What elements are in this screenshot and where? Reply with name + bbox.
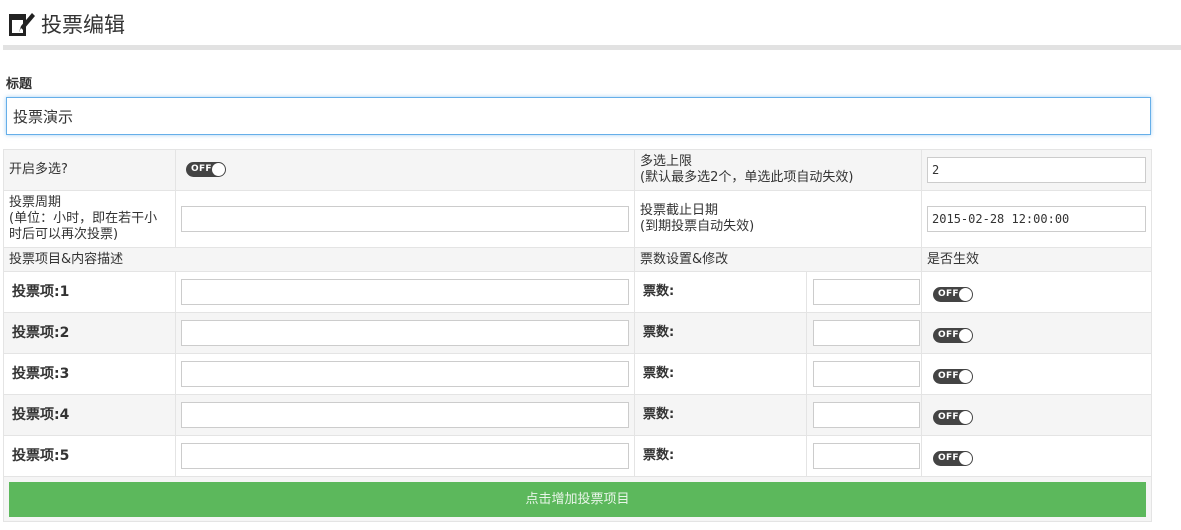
items-header-row: 投票项目&内容描述 票数设置&修改 是否生效 (3, 247, 1153, 272)
vote-item-toggle[interactable]: OFF (933, 450, 974, 466)
vote-item-input[interactable] (181, 443, 629, 469)
vote-item-desc-cell (175, 353, 635, 395)
max-select-cell (921, 149, 1153, 191)
max-select-label-cell: 多选上限 (默认最多选2个，单选此项自动失效) (633, 149, 923, 191)
vote-item-row: 投票项:1 票数: OFF (3, 271, 1153, 313)
vote-count-cell (805, 435, 923, 477)
vote-item-label: 投票项:4 (3, 394, 176, 436)
page-header: 投票编辑 (0, 0, 1181, 52)
deadline-label-cell: 投票截止日期 (到期投票自动失效) (633, 190, 923, 248)
multi-select-cell: OFF (175, 149, 635, 191)
items-header-desc: 投票项目&内容描述 (3, 247, 635, 272)
add-vote-item-button[interactable]: 点击增加投票项目 (9, 481, 1147, 517)
multi-select-row: 开启多选? OFF 多选上限 (默认最多选2个，单选此项自动失效) (3, 149, 1153, 191)
deadline-label: 投票截止日期 (640, 203, 719, 218)
add-item-cell: 点击增加投票项目 (2, 476, 1153, 522)
vote-item-input[interactable] (181, 402, 629, 428)
vote-settings-table: 开启多选? OFF 多选上限 (默认最多选2个，单选此项自动失效) 投票周期 (… (2, 149, 1153, 522)
toggle-knob (212, 163, 225, 176)
vote-item-desc-cell (175, 271, 635, 313)
vote-count-label: 票数: (634, 435, 807, 477)
toggle-knob (959, 451, 973, 465)
vote-item-active-cell: OFF (921, 435, 1153, 477)
vote-item-toggle[interactable]: OFF (933, 286, 974, 302)
vote-item-active-cell: OFF (921, 312, 1153, 354)
vote-count-input[interactable] (813, 279, 920, 305)
max-select-hint: (默认最多选2个，单选此项自动失效) (640, 170, 854, 185)
multi-select-toggle[interactable]: OFF (186, 162, 226, 177)
vote-item-label: 投票项:2 (3, 312, 176, 354)
deadline-hint: (到期投票自动失效) (640, 219, 755, 234)
toggle-knob (959, 287, 973, 301)
vote-count-input[interactable] (813, 443, 920, 469)
multi-select-label: 开启多选? (3, 149, 176, 191)
cycle-hint: (单位：小时，即在若干小时后可以再次投票) (9, 211, 158, 242)
cycle-row: 投票周期 (单位：小时，即在若干小时后可以再次投票) 投票截止日期 (到期投票自… (3, 190, 1153, 248)
vote-item-row: 投票项:4 票数: OFF (3, 394, 1153, 436)
deadline-input[interactable] (927, 206, 1147, 232)
vote-count-input[interactable] (813, 361, 920, 387)
vote-count-cell (805, 394, 923, 436)
add-item-row: 点击增加投票项目 (2, 476, 1153, 522)
vote-count-label: 票数: (634, 312, 807, 354)
vote-item-row: 投票项:5 票数: OFF (3, 435, 1153, 477)
vote-item-label: 投票项:1 (3, 271, 176, 313)
vote-item-active-cell: OFF (921, 353, 1153, 395)
vote-item-desc-cell (175, 394, 635, 436)
max-select-input[interactable] (927, 157, 1147, 183)
vote-count-input[interactable] (813, 402, 920, 428)
vote-item-active-cell: OFF (921, 394, 1153, 436)
vote-count-cell (805, 271, 923, 313)
vote-count-cell (805, 312, 923, 354)
page-title: 投票编辑 (41, 13, 125, 37)
cycle-label: 投票周期 (9, 195, 62, 210)
deadline-cell (921, 190, 1153, 248)
vote-item-input[interactable] (181, 279, 629, 305)
cycle-input[interactable] (181, 206, 629, 232)
vote-count-label: 票数: (634, 271, 807, 313)
vote-count-input[interactable] (813, 320, 920, 346)
header-divider (3, 45, 1181, 50)
vote-item-row: 投票项:2 票数: OFF (3, 312, 1153, 354)
edit-icon (9, 13, 35, 36)
toggle-knob (959, 369, 973, 383)
vote-item-toggle[interactable]: OFF (933, 368, 974, 384)
vote-item-row: 投票项:3 票数: OFF (3, 353, 1153, 395)
vote-item-toggle[interactable]: OFF (933, 409, 974, 425)
max-select-label: 多选上限 (640, 154, 693, 169)
toggle-knob (959, 410, 973, 424)
items-header-votes: 票数设置&修改 (633, 247, 923, 272)
vote-count-cell (805, 353, 923, 395)
vote-item-input[interactable] (181, 320, 629, 346)
vote-item-desc-cell (175, 312, 635, 354)
title-label: 标题 (6, 77, 33, 92)
vote-count-label: 票数: (634, 353, 807, 395)
title-input[interactable] (6, 97, 1151, 135)
vote-item-label: 投票项:5 (3, 435, 176, 477)
toggle-knob (959, 328, 973, 342)
vote-item-toggle[interactable]: OFF (933, 327, 974, 343)
items-header-active: 是否生效 (921, 247, 1153, 272)
cycle-label-cell: 投票周期 (单位：小时，即在若干小时后可以再次投票) (3, 190, 176, 248)
vote-count-label: 票数: (634, 394, 807, 436)
vote-item-label: 投票项:3 (3, 353, 176, 395)
vote-item-input[interactable] (181, 361, 629, 387)
cycle-cell (175, 190, 635, 248)
vote-item-desc-cell (175, 435, 635, 477)
vote-item-active-cell: OFF (921, 271, 1153, 313)
